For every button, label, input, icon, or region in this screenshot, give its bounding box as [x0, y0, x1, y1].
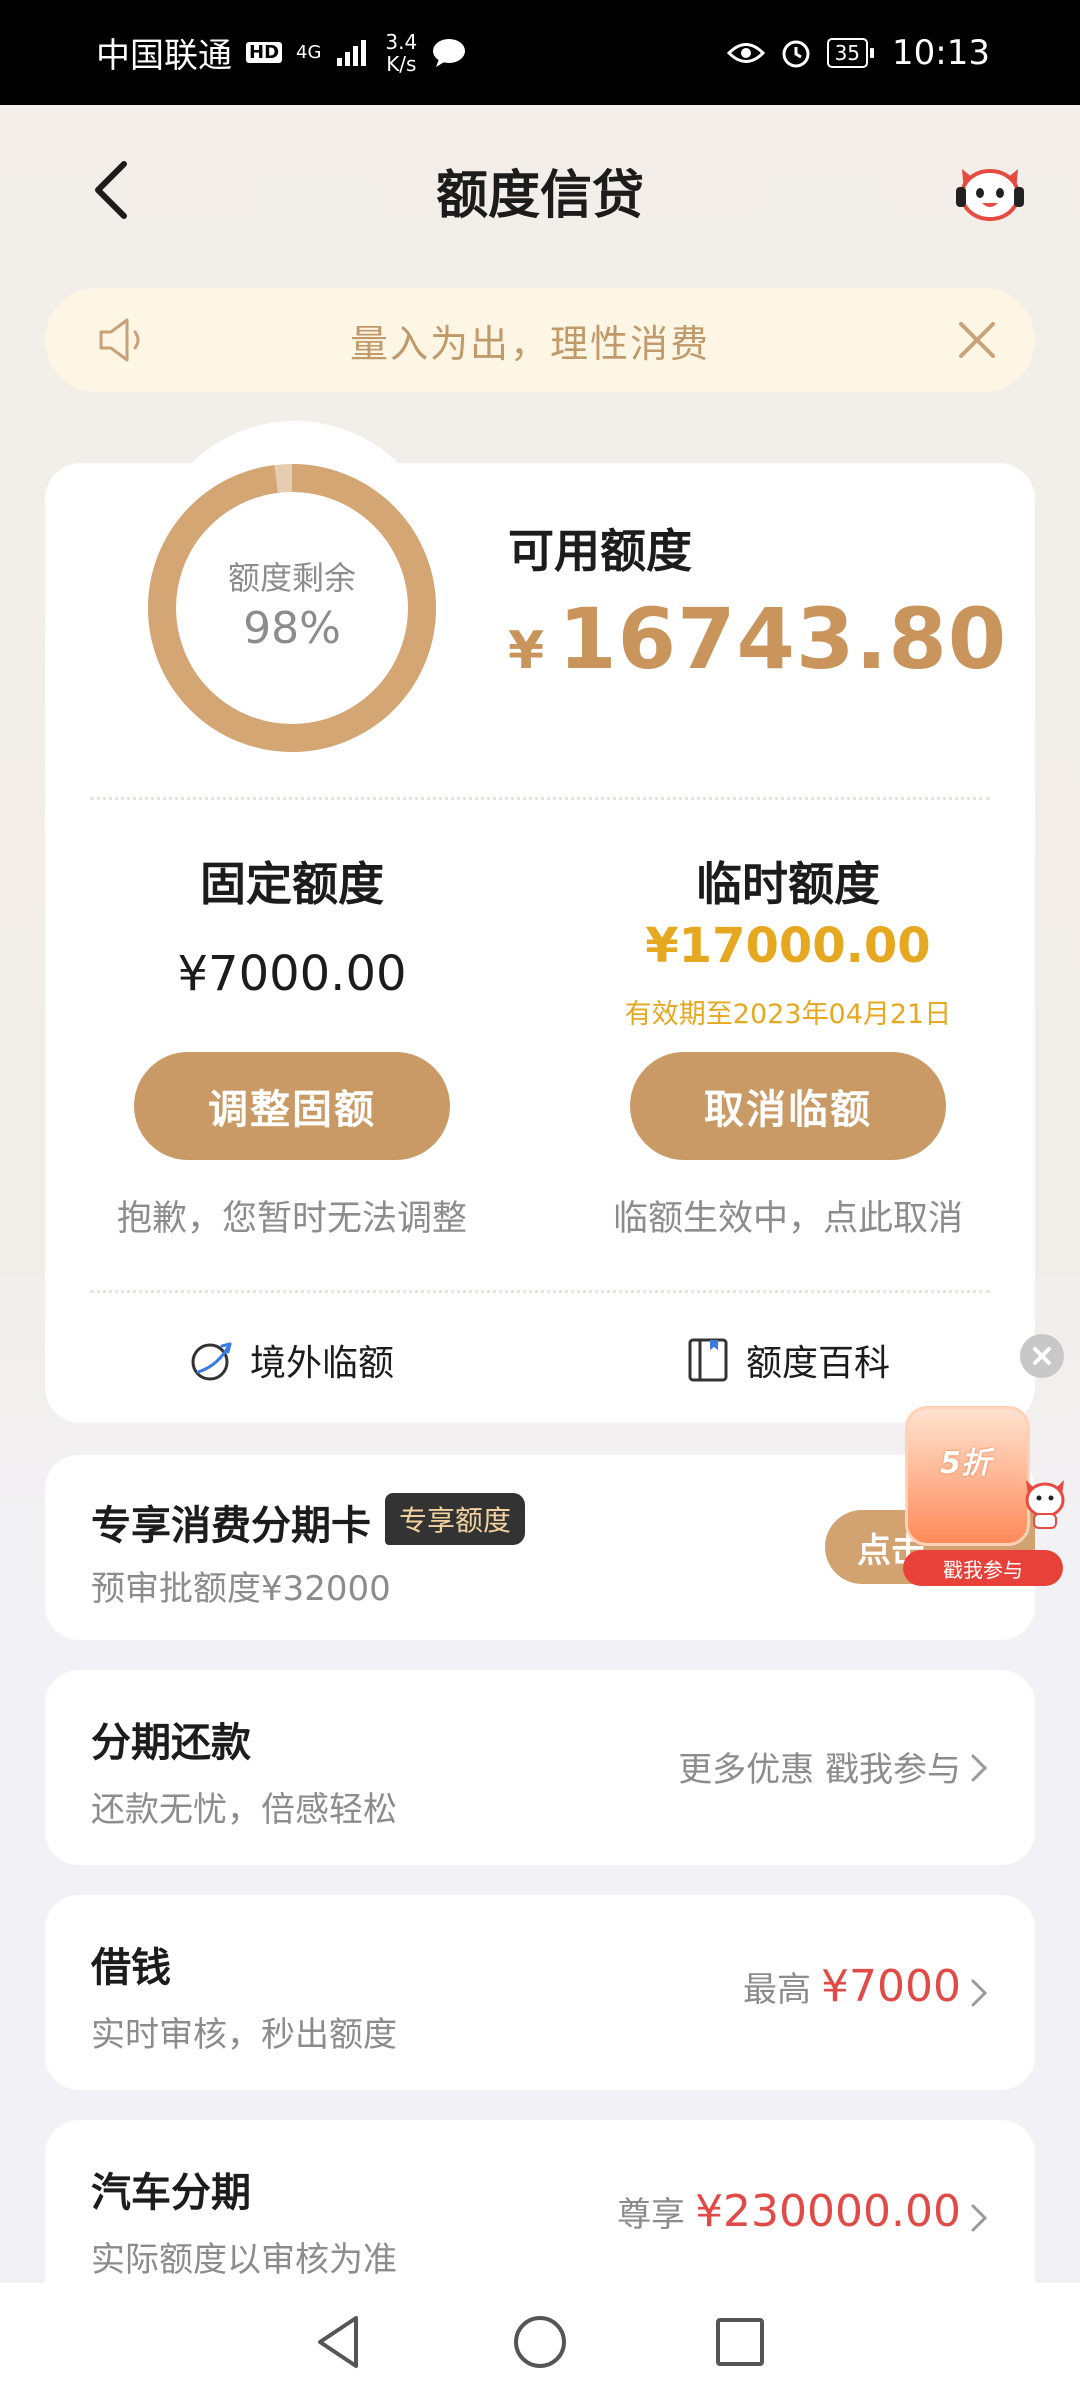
speed-unit: K/s: [386, 51, 417, 76]
status-bar: 中国联通 HD 4G 3.4 K/s 35 10:13: [0, 0, 1080, 105]
available-amount-value: 16743.80: [558, 590, 1008, 688]
service-offer: 尊享 ¥230000.00: [617, 2186, 961, 2237]
promo-close-button[interactable]: [1020, 1334, 1064, 1378]
temporary-quota-hint[interactable]: 临额生效中，点此取消: [568, 1190, 1008, 1241]
service-title: 汽车分期: [91, 2170, 251, 2216]
status-left: 中国联通 HD 4G 3.4 K/s: [96, 28, 467, 77]
carrier-name: 中国联通: [96, 36, 232, 76]
chevron-right-icon: [971, 1754, 988, 1782]
service-offer-text: 更多优惠 戳我参与: [678, 1750, 961, 1790]
mascot-cat-icon: [1025, 1480, 1065, 1529]
service-offer-amount: ¥230000.00: [695, 2186, 961, 2237]
fixed-quota-title: 固定额度: [200, 857, 384, 911]
promo-discount: 5折: [940, 1446, 991, 1481]
service-offer-prefix: 最高: [743, 1970, 812, 2010]
available-quota-amount: ¥ 16743.80: [508, 590, 1007, 688]
overseas-temp-quota-link[interactable]: 境外临额: [188, 1334, 394, 1386]
chevron-left-icon: [95, 161, 127, 219]
service-subtitle: 实际额度以审核为准: [91, 2240, 397, 2280]
service-offer-prefix: 尊享: [617, 2195, 686, 2235]
mascot-cat-icon: [956, 169, 1024, 221]
eye-icon: [726, 42, 765, 63]
quota-encyclopedia-link[interactable]: 额度百科: [684, 1334, 890, 1386]
chevron-right-icon: [971, 1979, 988, 2007]
service-subtitle: 还款无忧，倍感轻松: [91, 1790, 397, 1830]
divider: [90, 1290, 990, 1293]
service-subtitle: 实时审核，秒出额度: [91, 2015, 397, 2055]
temporary-quota-amount: ¥17000.00: [645, 918, 931, 974]
nav-back-icon[interactable]: [310, 2312, 370, 2372]
network-type: 4G: [296, 41, 322, 63]
service-title: 分期还款: [91, 1720, 251, 1766]
chevron-right-icon: [971, 2204, 988, 2232]
page-title: 额度信贷: [435, 165, 644, 226]
adjust-fixed-quota-button[interactable]: 调整固额: [134, 1052, 450, 1160]
alarm-icon: [782, 40, 810, 67]
notice-text: 量入为出，理性消费: [349, 321, 710, 366]
fixed-quota-amount: ¥7000.00: [177, 946, 407, 1002]
service-card-borrow[interactable]: 借钱 实时审核，秒出额度 最高 ¥7000: [45, 1895, 1035, 2090]
service-title: 借钱: [91, 1945, 171, 1991]
clock: 10:13: [892, 32, 990, 73]
temporary-quota-expiry: 有效期至2023年04月21日: [624, 999, 952, 1030]
installment-card-subtitle: 预审批额度¥32000: [91, 1569, 391, 1609]
exclusive-quota-tag: 专享额度: [385, 1493, 526, 1545]
message-icon: [433, 38, 466, 67]
close-icon[interactable]: [957, 320, 997, 360]
divider: [90, 797, 990, 800]
network-speed: 3.4 K/s: [385, 31, 417, 75]
fixed-quota-hint: 抱歉，您暂时无法调整: [116, 1199, 467, 1239]
customer-service-button[interactable]: [952, 151, 1028, 227]
available-quota-label: 可用额度: [508, 524, 692, 578]
notice-banner: 量入为出，理性消费: [45, 288, 1035, 392]
globe-plane-icon: [191, 1342, 232, 1381]
status-right: 35 10:13: [726, 32, 990, 73]
header: 额度信贷: [0, 105, 1080, 275]
system-nav-bar: [0, 2283, 1080, 2400]
back-button[interactable]: [80, 155, 140, 225]
service-offer-amount: ¥7000: [821, 1961, 961, 2012]
close-icon: [1033, 1347, 1051, 1365]
cancel-temporary-quota-button[interactable]: 取消临额: [630, 1052, 946, 1160]
service-card-installment-repay[interactable]: 分期还款 还款无忧，倍感轻松 更多优惠 戳我参与: [45, 1670, 1035, 1865]
temporary-quota-title: 临时额度: [696, 857, 880, 911]
promo-join-button[interactable]: 戳我参与: [903, 1550, 1063, 1586]
overseas-temp-quota-label: 境外临额: [250, 1343, 395, 1384]
installment-card-title: 专享消费分期卡: [91, 1503, 371, 1549]
book-icon: [688, 1338, 728, 1382]
battery-indicator: 35: [826, 37, 875, 68]
hd-badge: HD: [246, 42, 283, 63]
service-offer: 最高 ¥7000: [743, 1961, 961, 2012]
nav-home-icon[interactable]: [510, 2312, 570, 2372]
quota-encyclopedia-label: 额度百科: [746, 1343, 891, 1384]
speed-value: 3.4: [385, 29, 418, 54]
promo-floating-widget[interactable]: 5折 戳我参与: [880, 1400, 1080, 1590]
nav-recents-icon[interactable]: [710, 2312, 770, 2372]
remaining-percent: 98%: [243, 603, 341, 654]
service-offer: 更多优惠 戳我参与: [678, 1742, 961, 1791]
currency-symbol: ¥: [508, 621, 545, 681]
signal-icon: [337, 39, 367, 66]
ring-label: 额度剩余: [227, 559, 356, 597]
